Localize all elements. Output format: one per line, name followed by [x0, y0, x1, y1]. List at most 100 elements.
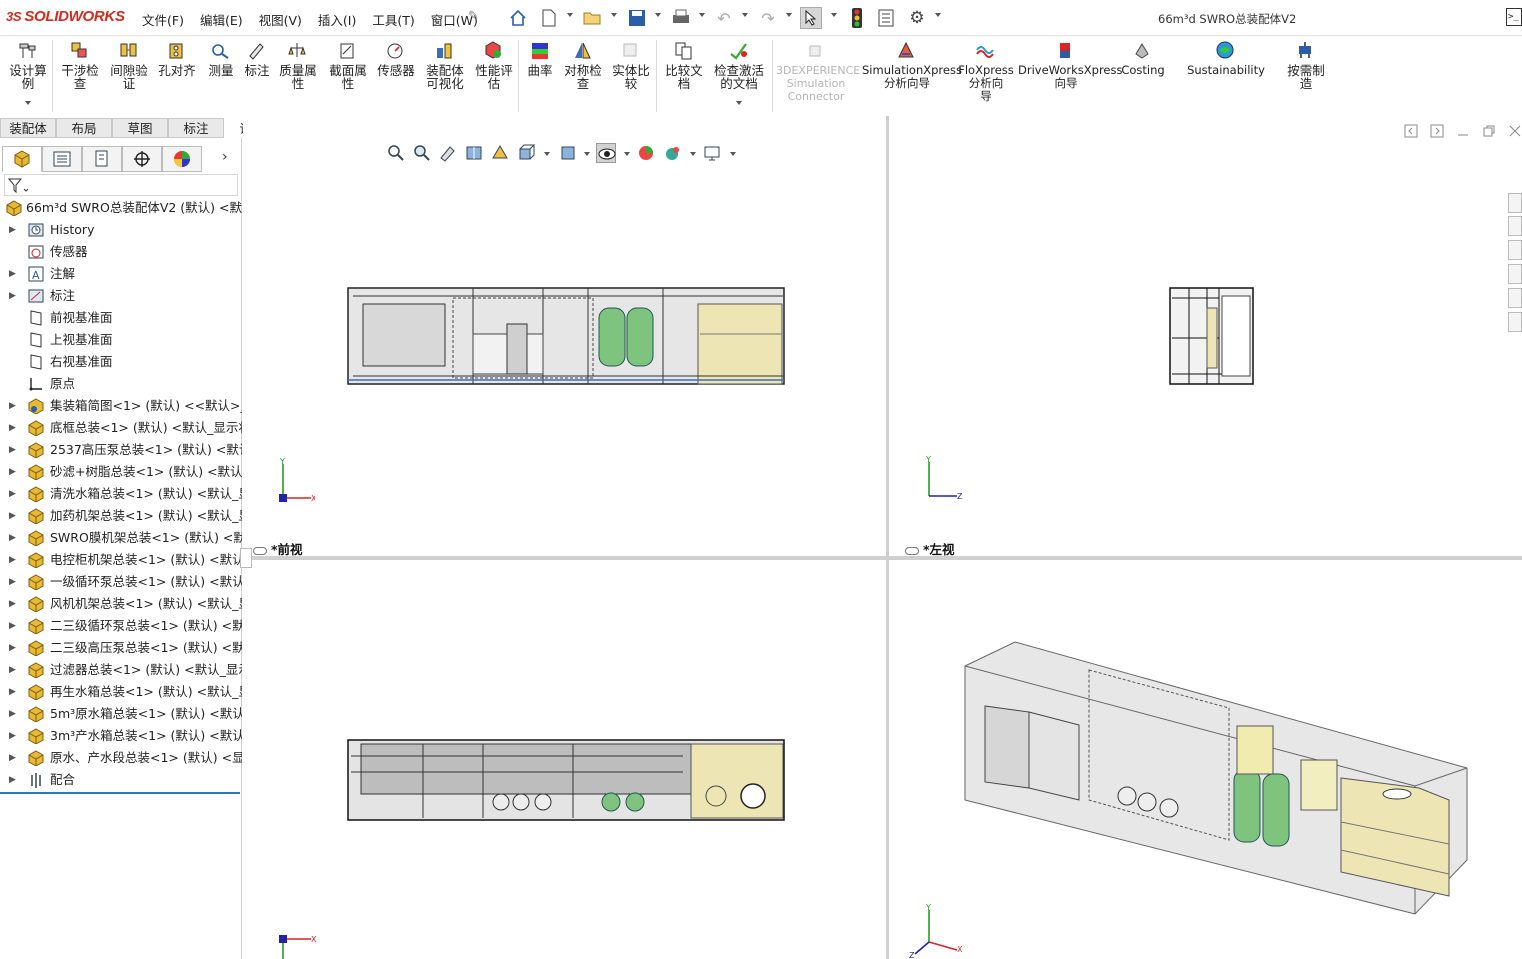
- tree-item[interactable]: ▶ 原水、产水段总装<1> (默认) <显示: [0, 747, 242, 769]
- close-icon[interactable]: [1508, 124, 1522, 138]
- expand-arrow-icon[interactable]: ▶: [9, 659, 16, 681]
- view-orientation-icon[interactable]: [516, 143, 536, 163]
- edit-appearance-icon[interactable]: [636, 143, 656, 163]
- hide-show-items-icon[interactable]: [596, 143, 616, 163]
- print-icon[interactable]: [670, 7, 692, 29]
- tree-item[interactable]: ▶ 集装箱简图<1> (默认) <<默认>_显: [0, 395, 242, 417]
- ribbon-design-study-button[interactable]: 设计算 例: [6, 40, 50, 90]
- new-dropdown-caret[interactable]: [567, 13, 573, 17]
- ribbon-dropdown-caret[interactable]: [736, 101, 742, 105]
- tree-item[interactable]: ▶ 5m³原水箱总装<1> (默认) <默认_显: [0, 703, 242, 725]
- tree-item[interactable]: ▶ 3m³产水箱总装<1> (默认) <默认_显: [0, 725, 242, 747]
- ribbon-sustainability-button[interactable]: Sustainability: [1184, 40, 1268, 77]
- home-icon[interactable]: [508, 7, 528, 29]
- panel-more-chevron-icon[interactable]: ›: [222, 149, 228, 165]
- options-dropdown-caret[interactable]: [935, 13, 941, 17]
- tab-1[interactable]: 布局: [56, 118, 112, 138]
- apply-scene-icon[interactable]: [662, 143, 682, 163]
- menu-edit[interactable]: 编辑(E): [200, 10, 243, 29]
- ribbon-measure-button[interactable]: 测量: [204, 40, 238, 77]
- restore-icon[interactable]: [1482, 124, 1496, 138]
- hud-dropdown-caret[interactable]: [690, 152, 696, 156]
- tree-item[interactable]: ▶ 2537高压泵总装<1> (默认) <默认_: [0, 439, 242, 461]
- tree-item[interactable]: ▶ History: [0, 219, 242, 241]
- ribbon-performance-button[interactable]: 性能评 估: [472, 40, 516, 90]
- ribbon-hole-align-button[interactable]: 孔对齐: [154, 40, 200, 77]
- viewport-left[interactable]: Y Z *左视: [889, 138, 1522, 556]
- hud-dropdown-caret[interactable]: [544, 152, 550, 156]
- file-properties-icon[interactable]: [876, 7, 896, 29]
- expand-arrow-icon[interactable]: ▶: [9, 483, 16, 505]
- ribbon-section-props-button[interactable]: 截面属 性: [326, 40, 370, 90]
- expand-arrow-icon[interactable]: ▶: [9, 637, 16, 659]
- tree-item[interactable]: ▶ 风机机架总装<1> (默认) <默认_显示: [0, 593, 242, 615]
- menu-file[interactable]: 文件(F): [142, 10, 184, 29]
- task-pane-file-explorer-icon[interactable]: [1508, 240, 1522, 260]
- display-style-icon[interactable]: [558, 143, 578, 163]
- task-pane-appearances-icon[interactable]: [1508, 288, 1522, 308]
- zoom-to-area-icon[interactable]: [412, 143, 432, 163]
- minimize-icon[interactable]: [1456, 124, 1470, 138]
- ribbon-check-active-button[interactable]: 检查激活 的文档: [708, 40, 770, 90]
- undo-icon[interactable]: ↶: [714, 7, 734, 29]
- ribbon-simxpress-button[interactable]: SimulationXpress 分析向导: [862, 40, 962, 90]
- tree-item[interactable]: ▶ 砂滤+树脂总装<1> (默认) <默认_显: [0, 461, 242, 483]
- select-cursor-icon[interactable]: [800, 7, 822, 29]
- open-dropdown-caret[interactable]: [611, 13, 617, 17]
- viewport-vertical-divider[interactable]: [886, 116, 889, 959]
- task-pane-design-library-icon[interactable]: [1508, 216, 1522, 236]
- tab-0[interactable]: 装配体: [0, 118, 56, 138]
- viewport-horizontal-divider[interactable]: [243, 556, 1522, 560]
- tab-2[interactable]: 草图: [112, 118, 168, 138]
- configurationmanager-tab[interactable]: [82, 146, 122, 172]
- redo-dropdown-caret[interactable]: [786, 13, 792, 17]
- save-icon[interactable]: [626, 7, 648, 29]
- tree-item[interactable]: ▶ 电控柜机架总装<1> (默认) <默认_显: [0, 549, 242, 571]
- tree-item[interactable]: ▶ SWRO膜机架总装<1> (默认) <默认: [0, 527, 242, 549]
- dynamic-annotation-icon[interactable]: [490, 143, 510, 163]
- propertymanager-tab[interactable]: [42, 146, 82, 172]
- expand-arrow-icon[interactable]: ▶: [9, 615, 16, 637]
- panel-splitter-handle[interactable]: [240, 548, 252, 568]
- expand-arrow-icon[interactable]: ▶: [9, 395, 16, 417]
- tab-3[interactable]: 标注: [168, 118, 224, 138]
- tree-item[interactable]: 前视基准面: [0, 307, 242, 329]
- task-pane-home-icon[interactable]: [1508, 193, 1522, 213]
- open-icon[interactable]: [582, 7, 604, 29]
- tree-item[interactable]: 传感器: [0, 241, 242, 263]
- options-gear-icon[interactable]: ⚙: [906, 7, 928, 29]
- expand-arrow-icon[interactable]: ▶: [9, 417, 16, 439]
- expand-arrow-icon[interactable]: ▶: [9, 703, 16, 725]
- tree-item[interactable]: 上视基准面: [0, 329, 242, 351]
- viewport-front[interactable]: Y X *前视: [243, 138, 886, 556]
- tree-item[interactable]: 原点: [0, 373, 242, 395]
- ribbon-curvature-button[interactable]: 曲率: [524, 40, 556, 77]
- tree-item[interactable]: 右视基准面: [0, 351, 242, 373]
- expand-arrow-icon[interactable]: ▶: [9, 593, 16, 615]
- tree-item[interactable]: ▶ 二三级循环泵总装<1> (默认) <默认: [0, 615, 242, 637]
- tree-item[interactable]: ▶ A 注解: [0, 263, 242, 285]
- previous-view-icon[interactable]: [438, 143, 458, 163]
- undo-dropdown-caret[interactable]: [742, 13, 748, 17]
- ribbon-clearance-button[interactable]: 间隙验 证: [106, 40, 152, 90]
- tree-root-assembly[interactable]: 66m³d SWRO总装配体V2 (默认) <默认: [0, 197, 242, 219]
- viewport-isometric[interactable]: Y X Z: [889, 560, 1522, 959]
- tree-filter-field[interactable]: [4, 174, 238, 196]
- viewport-top[interactable]: X: [243, 560, 886, 959]
- menu-view[interactable]: 视图(V): [259, 10, 302, 29]
- ribbon-dropdown-caret[interactable]: [25, 101, 31, 105]
- menu-tools[interactable]: 工具(T): [372, 10, 414, 29]
- ribbon-sensor-button[interactable]: 传感器: [374, 40, 418, 77]
- expand-arrow-icon[interactable]: ▶: [9, 747, 16, 769]
- ribbon-floxpress-button[interactable]: FloXpress 分析向 导: [958, 40, 1014, 103]
- expand-arrow-icon[interactable]: ▶: [9, 725, 16, 747]
- ribbon-solid-compare-button[interactable]: 实体比 较: [608, 40, 654, 90]
- redo-icon[interactable]: ↷: [758, 7, 778, 29]
- expand-arrow-icon[interactable]: ▶: [9, 571, 16, 593]
- expand-arrow-icon[interactable]: ▶: [9, 263, 16, 285]
- tree-item[interactable]: ▶ 过滤器总装<1> (默认) <默认_显示: [0, 659, 242, 681]
- expand-arrow-icon[interactable]: ▶: [9, 527, 16, 549]
- hud-dropdown-caret[interactable]: [624, 152, 630, 156]
- ribbon-3dx-sim-button[interactable]: 3DEXPERIENCE Simulation Connector: [776, 40, 860, 103]
- ribbon-compare-docs-button[interactable]: 比较文 档: [662, 40, 706, 90]
